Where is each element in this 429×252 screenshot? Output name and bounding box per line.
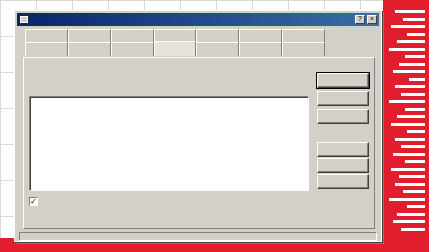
- red-stripe: [401, 145, 425, 148]
- tab-protect[interactable]: [239, 42, 283, 56]
- cancel-button[interactable]: [317, 91, 369, 106]
- enable-ignore-row[interactable]: ✓: [29, 195, 42, 207]
- red-stripe: [407, 130, 425, 133]
- options-dialog: ? × ✓: [14, 10, 382, 242]
- red-stripe: [401, 92, 425, 96]
- edit-button[interactable]: [317, 158, 369, 173]
- tab-misc[interactable]: [282, 42, 326, 56]
- red-stripe: [391, 122, 425, 126]
- red-stripe: [389, 197, 425, 201]
- help-caption-button[interactable]: ?: [355, 15, 365, 24]
- red-stripe: [395, 10, 425, 13]
- tab-general[interactable]: [25, 29, 68, 43]
- add-button[interactable]: [317, 142, 369, 157]
- red-stripe: [409, 77, 425, 81]
- tab-fonts[interactable]: [239, 29, 283, 43]
- red-stripe: [395, 137, 425, 141]
- tab-row-2: [25, 41, 326, 56]
- enable-ignore-checkbox[interactable]: ✓: [29, 196, 38, 206]
- red-stripe: [407, 205, 425, 208]
- red-stripe: [401, 227, 425, 231]
- tab-auto-op[interactable]: [196, 42, 240, 56]
- tab-ctcp[interactable]: [196, 29, 240, 43]
- close-caption-button[interactable]: ×: [367, 15, 377, 24]
- tab-row1-2[interactable]: [67, 29, 111, 43]
- tab-row2-3[interactable]: [110, 42, 154, 56]
- red-stripe: [405, 107, 425, 111]
- tab-flood[interactable]: [282, 29, 326, 43]
- red-stripe: [391, 167, 425, 171]
- red-stripe: [405, 55, 425, 58]
- red-stripe: [403, 190, 425, 193]
- tab-ignore[interactable]: [153, 41, 197, 56]
- red-stripe: [405, 160, 425, 163]
- status-bar: [19, 232, 377, 241]
- tab-media[interactable]: [110, 29, 154, 43]
- red-stripe: [399, 62, 425, 66]
- red-stripe: [393, 70, 425, 73]
- red-stripe: [391, 25, 425, 28]
- title-bar[interactable]: ? ×: [17, 13, 379, 26]
- red-side-graphic: [383, 0, 429, 252]
- window-icon: [20, 16, 28, 23]
- red-stripe: [389, 47, 425, 51]
- red-stripe: [397, 40, 425, 43]
- red-stripe: [403, 17, 425, 21]
- red-stripe: [393, 152, 425, 156]
- red-stripe: [397, 212, 425, 216]
- red-stripe: [389, 100, 425, 103]
- red-stripe: [393, 220, 425, 223]
- tab-logs[interactable]: [25, 42, 68, 56]
- red-stripe: [395, 182, 425, 186]
- ignore-list[interactable]: [29, 96, 309, 191]
- red-stripe: [397, 115, 425, 118]
- ok-button[interactable]: [316, 72, 370, 89]
- red-stripe: [395, 85, 425, 88]
- red-stripe: [399, 175, 425, 178]
- help-button[interactable]: [317, 109, 369, 124]
- red-stripe: [407, 32, 425, 36]
- remove-button[interactable]: [317, 174, 369, 189]
- tab-row2-2[interactable]: [67, 42, 111, 56]
